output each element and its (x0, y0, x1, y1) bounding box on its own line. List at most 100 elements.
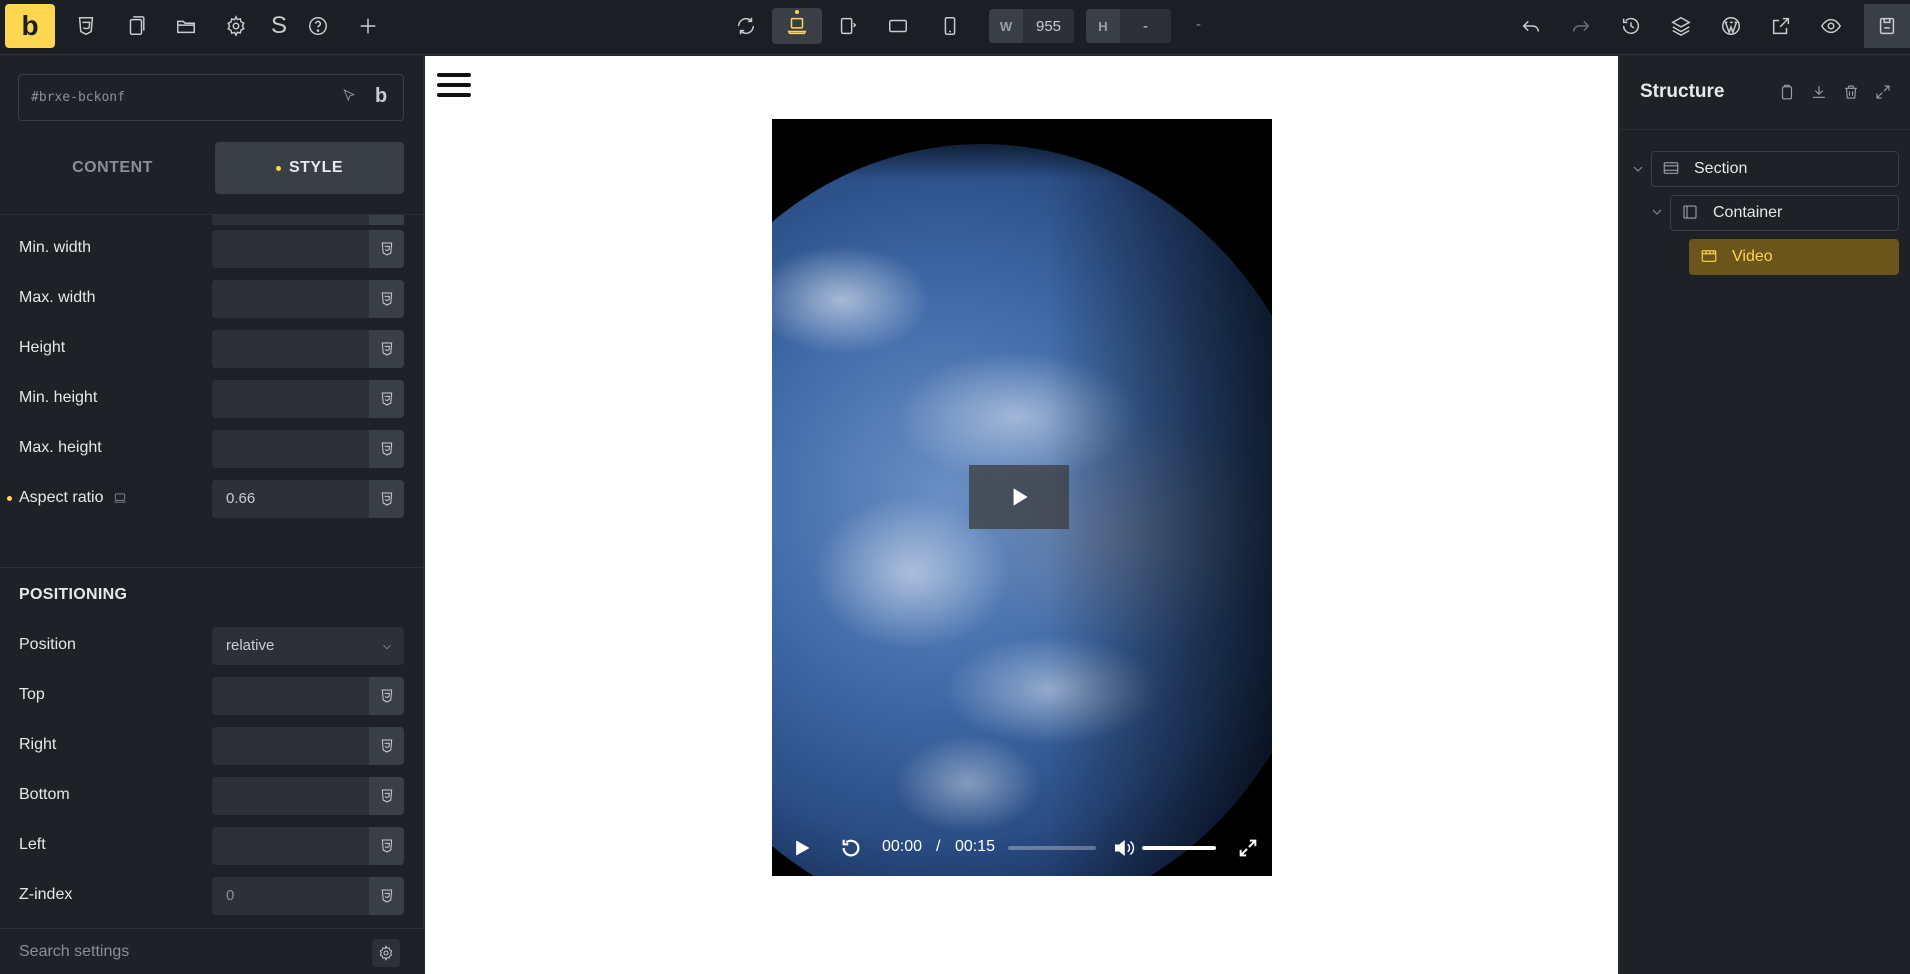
tree-item-container[interactable]: Container (1670, 195, 1899, 231)
min-height-row: Min. height (0, 377, 424, 419)
settings-tabs: CONTENT STYLE (18, 142, 404, 194)
bottom-input[interactable] (212, 777, 369, 815)
z-index-input[interactable]: 0 (212, 877, 369, 915)
save-icon (1879, 17, 1895, 35)
history-icon[interactable] (1613, 8, 1649, 44)
width-input[interactable]: W 955 (989, 9, 1074, 43)
top-toolbar: b S W 955 H - - (0, 0, 1910, 55)
tab-content[interactable]: CONTENT (18, 142, 207, 194)
desktop-breakpoint-icon[interactable] (772, 8, 822, 44)
min-width-input[interactable] (212, 230, 369, 268)
play-icon[interactable] (792, 837, 812, 859)
video-element[interactable]: 00:00 / 00:15 (772, 119, 1272, 876)
top-input[interactable] (212, 677, 369, 715)
aspect-ratio-label: Aspect ratio (19, 489, 104, 506)
css3-icon[interactable] (369, 480, 404, 518)
max-width-input[interactable] (212, 280, 369, 318)
css3-icon[interactable] (369, 380, 404, 418)
right-input[interactable] (212, 727, 369, 765)
tree-item-label: Section (1694, 160, 1748, 177)
right-label: Right (19, 736, 57, 753)
builder-b-icon[interactable]: b (375, 85, 397, 109)
search-settings-gear-icon[interactable] (372, 939, 400, 967)
container-icon (1681, 203, 1701, 223)
search-settings-input[interactable]: Search settings (19, 943, 129, 961)
volume-icon[interactable] (1112, 837, 1136, 859)
clipboard-icon[interactable] (1776, 81, 1798, 103)
max-width-label: Max. width (19, 289, 96, 306)
height-label: Height (19, 339, 66, 356)
restart-icon[interactable] (840, 837, 862, 859)
wordpress-icon[interactable] (1713, 8, 1749, 44)
max-height-input[interactable] (212, 430, 369, 468)
save-button[interactable] (1864, 4, 1910, 48)
chevron-down-icon[interactable] (1649, 204, 1665, 220)
divider (1620, 129, 1910, 130)
layers-icon[interactable] (1663, 8, 1699, 44)
tree-item-video[interactable]: Video (1689, 239, 1899, 275)
clipped-input (212, 215, 369, 225)
tab-style-label: STYLE (288, 159, 344, 176)
css3-icon[interactable] (369, 677, 404, 715)
add-icon[interactable] (350, 8, 386, 44)
download-icon[interactable] (1808, 81, 1830, 103)
z-index-row: Z-index 0 (0, 874, 424, 916)
width-value[interactable]: 955 (1023, 18, 1074, 35)
css3-icon[interactable] (369, 877, 404, 915)
undo-icon[interactable] (1513, 8, 1549, 44)
folder-icon[interactable] (168, 8, 204, 44)
pages-icon[interactable] (118, 8, 154, 44)
height-row: Height (0, 327, 424, 369)
progress-bar[interactable] (1008, 846, 1096, 850)
video-big-play-button[interactable] (969, 465, 1069, 529)
refresh-icon[interactable] (728, 8, 764, 44)
tablet-icon[interactable] (880, 8, 916, 44)
expand-icon[interactable] (1872, 81, 1894, 103)
css3-icon[interactable] (369, 430, 404, 468)
structure-title: Structure (1640, 81, 1725, 102)
tablet-landscape-icon[interactable] (830, 8, 866, 44)
preview-eye-icon[interactable] (1813, 8, 1849, 44)
min-height-input[interactable] (212, 380, 369, 418)
tree-item-section[interactable]: Section (1651, 151, 1899, 187)
css3-icon[interactable] (369, 727, 404, 765)
aspect-ratio-input[interactable]: 0.66 (212, 480, 369, 518)
height-input[interactable]: H - (1086, 9, 1171, 43)
fullscreen-icon[interactable] (1237, 837, 1259, 859)
css3-icon[interactable] (369, 280, 404, 318)
help-icon[interactable] (300, 8, 336, 44)
aspect-ratio-label-wrap: Aspect ratio (7, 489, 127, 507)
bricks-logo[interactable]: b (5, 4, 55, 48)
max-height-row: Max. height (0, 427, 424, 469)
positioning-heading[interactable]: POSITIONING (19, 586, 127, 604)
element-id: #brxe-bckonf (31, 90, 125, 105)
tree-item-label: Container (1713, 204, 1783, 221)
custom-s-icon[interactable]: S (261, 8, 297, 44)
max-width-row: Max. width (0, 277, 424, 319)
tab-style[interactable]: STYLE (215, 142, 404, 194)
hamburger-menu-icon[interactable] (437, 73, 471, 101)
bottom-row: Bottom (0, 774, 424, 816)
external-link-icon[interactable] (1763, 8, 1799, 44)
height-label: H (1086, 9, 1120, 43)
height-input[interactable] (212, 330, 369, 368)
pointer-icon[interactable] (341, 88, 361, 108)
settings-gear-icon[interactable] (218, 8, 254, 44)
trash-icon[interactable] (1840, 81, 1862, 103)
responsive-icon[interactable] (113, 491, 127, 505)
height-value[interactable]: - (1120, 18, 1171, 35)
aspect-ratio-row: Aspect ratio 0.66 (0, 477, 424, 519)
css3-icon[interactable] (369, 777, 404, 815)
volume-slider[interactable] (1142, 846, 1216, 850)
element-selector-field[interactable]: #brxe-bckonf b (18, 74, 404, 121)
redo-icon[interactable] (1563, 8, 1599, 44)
scale-indicator: - (1196, 16, 1201, 33)
css-icon[interactable] (68, 8, 104, 44)
css3-icon[interactable] (369, 230, 404, 268)
css3-icon[interactable] (369, 330, 404, 368)
left-input[interactable] (212, 827, 369, 865)
css3-icon[interactable] (369, 827, 404, 865)
mobile-icon[interactable] (932, 8, 968, 44)
position-select[interactable]: relative (212, 627, 404, 665)
chevron-down-icon[interactable] (1630, 161, 1646, 177)
